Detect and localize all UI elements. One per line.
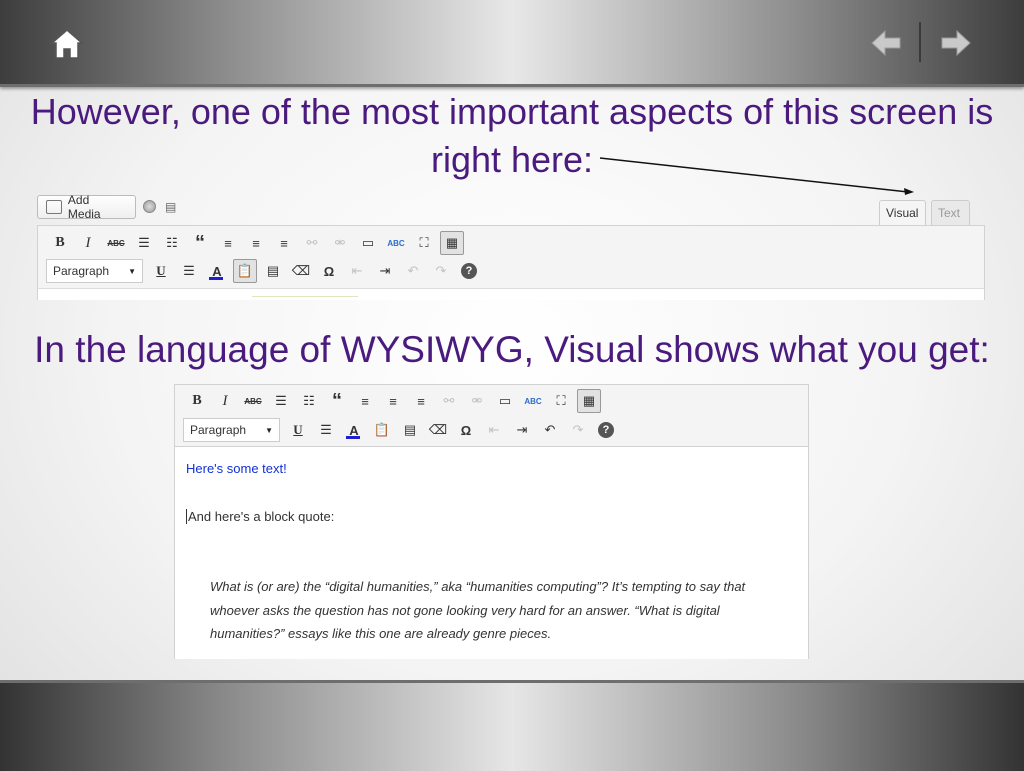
italic-button[interactable]: I	[211, 389, 239, 413]
unlink-icon[interactable]: ⚮	[463, 389, 491, 413]
underline-button[interactable]: U	[284, 418, 312, 442]
align-center-icon[interactable]: ≡	[242, 231, 270, 255]
toolbar-row-2: Paragraph ▼ U ☰ A 📋 ▤ ⌫ Ω ⇤ ⇥ ↶ ↷ ?	[46, 259, 483, 283]
bold-button[interactable]: B	[46, 231, 74, 255]
paste-word-icon[interactable]: ▤	[396, 418, 424, 442]
link-icon[interactable]: ⚯	[298, 231, 326, 255]
strikethrough-button[interactable]: ABC	[239, 389, 267, 413]
special-character-button[interactable]: Ω	[315, 259, 343, 283]
bullet-list-icon[interactable]: ☰	[130, 231, 158, 255]
color-bar	[346, 436, 360, 439]
italic-button[interactable]: I	[74, 231, 102, 255]
help-button[interactable]: ?	[592, 418, 620, 442]
outdent-icon[interactable]: ⇤	[343, 259, 371, 283]
undo-icon[interactable]: ↶	[399, 259, 427, 283]
top-bar	[0, 0, 1024, 87]
content-line-2: And here's a block quote:	[186, 509, 335, 524]
blockquote-button[interactable]: “	[186, 231, 214, 255]
bottom-bar	[0, 680, 1024, 771]
align-right-icon[interactable]: ≡	[270, 231, 298, 255]
help-icon: ?	[461, 263, 477, 279]
format-select-value: Paragraph	[53, 264, 110, 278]
link-icon[interactable]: ⚯	[435, 389, 463, 413]
underline-button[interactable]: U	[147, 259, 175, 283]
nav-separator	[919, 22, 921, 62]
block-quote: What is (or are) the “digital humanities…	[210, 579, 746, 641]
bold-button[interactable]: B	[183, 389, 211, 413]
format-select[interactable]: Paragraph ▼	[46, 259, 143, 283]
content-line-1: Here's some text!	[186, 461, 287, 476]
strikethrough-button[interactable]: ABC	[102, 231, 130, 255]
bullet-list-icon[interactable]: ☰	[267, 389, 295, 413]
text-color-button[interactable]: A	[340, 418, 368, 442]
align-left-icon[interactable]: ≡	[351, 389, 379, 413]
special-character-button[interactable]: Ω	[452, 418, 480, 442]
justify-icon[interactable]: ☰	[312, 418, 340, 442]
toolbar2-row-1: B I ABC ☰ ☷ “ ≡ ≡ ≡ ⚯ ⚮ ▭ ABC ⛶ ▦	[183, 389, 603, 413]
tab-visual[interactable]: Visual	[879, 200, 926, 225]
format-select[interactable]: Paragraph ▼	[183, 418, 280, 442]
help-icon: ?	[598, 422, 614, 438]
spellcheck-button[interactable]: ABC	[382, 231, 410, 255]
tab-text[interactable]: Text	[931, 200, 970, 225]
arrow-right-icon[interactable]	[940, 28, 972, 58]
slide-heading-1: However, one of the most important aspec…	[30, 91, 994, 180]
home-icon[interactable]	[48, 26, 86, 62]
toolbar-row-1: B I ABC ☰ ☷ “ ≡ ≡ ≡ ⚯ ⚮ ▭ ABC ⛶ ▦	[46, 231, 466, 255]
align-right-icon[interactable]: ≡	[407, 389, 435, 413]
toolbar2-row-2: Paragraph ▼ U ☰ A 📋 ▤ ⌫ Ω ⇤ ⇥ ↶ ↷ ?	[183, 418, 620, 442]
paste-word-icon[interactable]: ▤	[259, 259, 287, 283]
justify-icon[interactable]: ☰	[175, 259, 203, 283]
clear-formatting-icon[interactable]: ⌫	[424, 418, 452, 442]
text-color-button[interactable]: A	[203, 259, 231, 283]
redo-icon[interactable]: ↷	[427, 259, 455, 283]
color-bar	[209, 277, 223, 280]
redo-icon[interactable]: ↷	[564, 418, 592, 442]
editor-content-area[interactable]	[37, 288, 985, 300]
faint-highlight	[252, 296, 358, 305]
form-icon[interactable]: ▤	[165, 200, 176, 214]
add-media-button[interactable]: Add Media	[37, 193, 136, 221]
editor-toolbar-2: B I ABC ☰ ☷ “ ≡ ≡ ≡ ⚯ ⚮ ▭ ABC ⛶ ▦ Paragr…	[174, 384, 809, 447]
chevron-down-icon: ▼	[128, 266, 136, 276]
spellcheck-button[interactable]: ABC	[519, 389, 547, 413]
add-media-label: Add Media	[67, 193, 101, 221]
chevron-down-icon: ▼	[265, 425, 273, 435]
more-tag-icon[interactable]: ▭	[354, 231, 382, 255]
unlink-icon[interactable]: ⚮	[326, 231, 354, 255]
paste-text-icon[interactable]: 📋	[233, 259, 257, 283]
circle-icon[interactable]	[143, 200, 156, 213]
slide-heading-2: In the language of WYSIWYG, Visual shows…	[34, 329, 990, 370]
editor-content-area-2[interactable]: Here's some text! And here's a block quo…	[174, 447, 809, 659]
clear-formatting-icon[interactable]: ⌫	[287, 259, 315, 283]
blockquote-button[interactable]: “	[323, 389, 351, 413]
fullscreen-icon[interactable]: ⛶	[410, 231, 438, 255]
help-button[interactable]: ?	[455, 259, 483, 283]
media-icon	[46, 200, 62, 214]
undo-icon[interactable]: ↶	[536, 418, 564, 442]
kitchen-sink-icon[interactable]: ▦	[577, 389, 601, 413]
align-center-icon[interactable]: ≡	[379, 389, 407, 413]
numbered-list-icon[interactable]: ☷	[158, 231, 186, 255]
paste-text-icon[interactable]: 📋	[368, 418, 396, 442]
arrow-left-icon[interactable]	[870, 28, 902, 58]
indent-icon[interactable]: ⇥	[371, 259, 399, 283]
fullscreen-icon[interactable]: ⛶	[547, 389, 575, 413]
more-tag-icon[interactable]: ▭	[491, 389, 519, 413]
align-left-icon[interactable]: ≡	[214, 231, 242, 255]
format-select-value: Paragraph	[190, 423, 247, 437]
kitchen-sink-icon[interactable]: ▦	[440, 231, 464, 255]
indent-icon[interactable]: ⇥	[508, 418, 536, 442]
numbered-list-icon[interactable]: ☷	[295, 389, 323, 413]
outdent-icon[interactable]: ⇤	[480, 418, 508, 442]
